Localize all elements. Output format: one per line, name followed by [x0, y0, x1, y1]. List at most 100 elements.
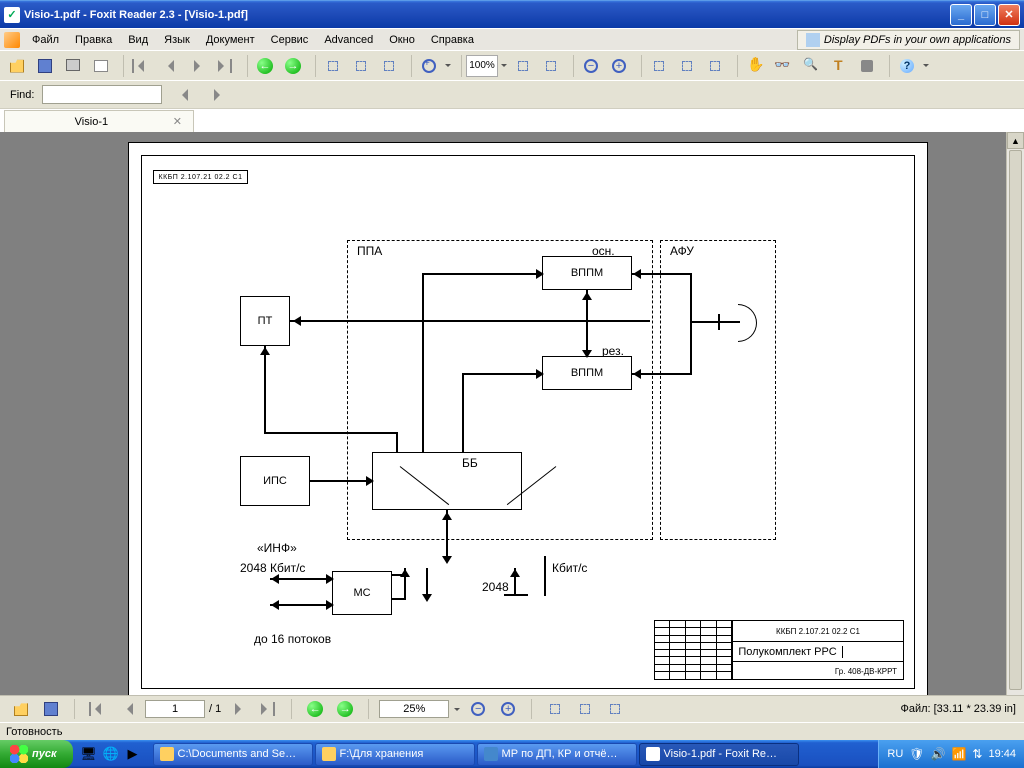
- layout1-button[interactable]: [320, 53, 346, 79]
- scroll-up-button[interactable]: ▲: [1007, 132, 1024, 149]
- find-input[interactable]: [42, 85, 162, 104]
- view1-button[interactable]: [646, 53, 672, 79]
- nav-back-button[interactable]: [302, 696, 328, 722]
- view2-button[interactable]: [674, 53, 700, 79]
- menu-document[interactable]: Документ: [198, 32, 263, 48]
- vertical-scrollbar[interactable]: ▲ ▼: [1006, 132, 1024, 722]
- first-page-button[interactable]: [128, 53, 154, 79]
- zoom-dd[interactable]: [453, 705, 461, 714]
- layout3-button[interactable]: [376, 53, 402, 79]
- tab-close-icon[interactable]: ✕: [170, 115, 185, 128]
- first-page-icon: [132, 57, 150, 75]
- find-next-button[interactable]: [204, 82, 230, 108]
- fit-page-icon: [542, 57, 560, 75]
- arrow-right-icon: [326, 600, 339, 610]
- page-viewport[interactable]: ККБП 2.107.21 02.2 С1 ППА АФУ ПТ осн. ВП…: [0, 132, 1006, 722]
- document-tab[interactable]: Visio-1 ✕: [4, 110, 194, 132]
- menu-edit[interactable]: Правка: [67, 32, 120, 48]
- nav-open-button[interactable]: [8, 696, 34, 722]
- snapshot-button[interactable]: [854, 53, 880, 79]
- stamp-code: ККБП 2.107.21 02.2 С1: [733, 621, 903, 641]
- tray-volume-icon[interactable]: 🔊: [931, 747, 946, 761]
- help-icon: [898, 57, 916, 75]
- print-icon: [64, 57, 82, 75]
- menu-view[interactable]: Вид: [120, 32, 156, 48]
- task-explorer1[interactable]: C:\Documents and Se…: [153, 743, 313, 766]
- find-prev-icon: [174, 86, 192, 104]
- task-foxit[interactable]: Visio-1.pdf - Foxit Re…: [639, 743, 799, 766]
- layout2-button[interactable]: [348, 53, 374, 79]
- nav-prev-button[interactable]: [115, 696, 141, 722]
- arrow-right-icon: [536, 369, 549, 379]
- tray-usb-icon[interactable]: ⇅: [972, 747, 982, 761]
- arrow-down-icon: [422, 594, 432, 607]
- page-number-input[interactable]: [145, 700, 205, 718]
- quick-launch: 🖥 🌐 ▶: [73, 743, 149, 765]
- ql-ie-icon[interactable]: 🌐: [101, 743, 121, 765]
- view3-button[interactable]: [702, 53, 728, 79]
- tray-shield-icon[interactable]: 🛡: [909, 747, 924, 761]
- zoom-100-button[interactable]: 100%: [466, 55, 498, 77]
- nav-save-button[interactable]: [38, 696, 64, 722]
- close-button[interactable]: ✕: [998, 4, 1020, 26]
- line: [264, 432, 398, 434]
- help-button[interactable]: [894, 53, 920, 79]
- task-explorer2[interactable]: F:\Для хранения: [315, 743, 475, 766]
- search-button[interactable]: [798, 53, 824, 79]
- nav-last-button[interactable]: [255, 696, 281, 722]
- task-word[interactable]: МР по ДП, КР и отчё…: [477, 743, 637, 766]
- maximize-button[interactable]: □: [974, 4, 996, 26]
- zoom-in-circ-button[interactable]: [606, 53, 632, 79]
- minimize-button[interactable]: _: [950, 4, 972, 26]
- start-button[interactable]: пуск: [0, 740, 73, 768]
- nav-zoom-out-button[interactable]: [465, 696, 491, 722]
- ql-player-icon[interactable]: ▶: [123, 743, 143, 765]
- nav-view1-button[interactable]: [542, 696, 568, 722]
- ql-desktop-icon[interactable]: 🖥: [79, 743, 99, 765]
- fit-page-button[interactable]: [538, 53, 564, 79]
- nav-fwd-button[interactable]: [332, 696, 358, 722]
- last-page-button[interactable]: [212, 53, 238, 79]
- ips-box: ИПС: [240, 456, 310, 506]
- line: [690, 273, 692, 375]
- binoculars-icon: [802, 57, 820, 75]
- ad-banner[interactable]: Display PDFs in your own applications: [797, 30, 1020, 50]
- prev-page-button[interactable]: [156, 53, 182, 79]
- help-dd[interactable]: [922, 61, 930, 70]
- fit-width-button[interactable]: [510, 53, 536, 79]
- nav-first-button[interactable]: [85, 696, 111, 722]
- menu-advanced[interactable]: Advanced: [316, 32, 381, 48]
- zoom-100-dd[interactable]: [500, 61, 508, 70]
- hand-tool-button[interactable]: [742, 53, 768, 79]
- nav-next-button[interactable]: [225, 696, 251, 722]
- menu-file[interactable]: Файл: [24, 32, 67, 48]
- menu-language[interactable]: Язык: [156, 32, 198, 48]
- menu-window[interactable]: Окно: [381, 32, 423, 48]
- forward-button[interactable]: [280, 53, 306, 79]
- back-button[interactable]: [252, 53, 278, 79]
- mail-button[interactable]: [88, 53, 114, 79]
- next-page-button[interactable]: [184, 53, 210, 79]
- scroll-thumb[interactable]: [1009, 150, 1022, 690]
- kbs-label: Кбит/с: [552, 561, 587, 575]
- clock[interactable]: 19:44: [988, 748, 1016, 760]
- nav-zoom-in-button[interactable]: [495, 696, 521, 722]
- save-button[interactable]: [32, 53, 58, 79]
- ms-box: МС: [332, 571, 392, 615]
- nav-view2-button[interactable]: [572, 696, 598, 722]
- zoom-in-button[interactable]: [416, 53, 442, 79]
- menu-help[interactable]: Справка: [423, 32, 482, 48]
- zoom-input[interactable]: [379, 700, 449, 718]
- menu-service[interactable]: Сервис: [263, 32, 317, 48]
- nav-view3-button[interactable]: [602, 696, 628, 722]
- tray-network-icon[interactable]: 📶: [951, 747, 966, 761]
- language-indicator[interactable]: RU: [887, 748, 903, 760]
- open-button[interactable]: [4, 53, 30, 79]
- find-prev-button[interactable]: [170, 82, 196, 108]
- zoom-in-dd[interactable]: [444, 61, 452, 70]
- select-text-button[interactable]: [826, 53, 852, 79]
- zoom-out-circ-button[interactable]: [578, 53, 604, 79]
- print-button[interactable]: [60, 53, 86, 79]
- glasses-button[interactable]: [770, 53, 796, 79]
- vppm1-box: ВППМ: [542, 256, 632, 290]
